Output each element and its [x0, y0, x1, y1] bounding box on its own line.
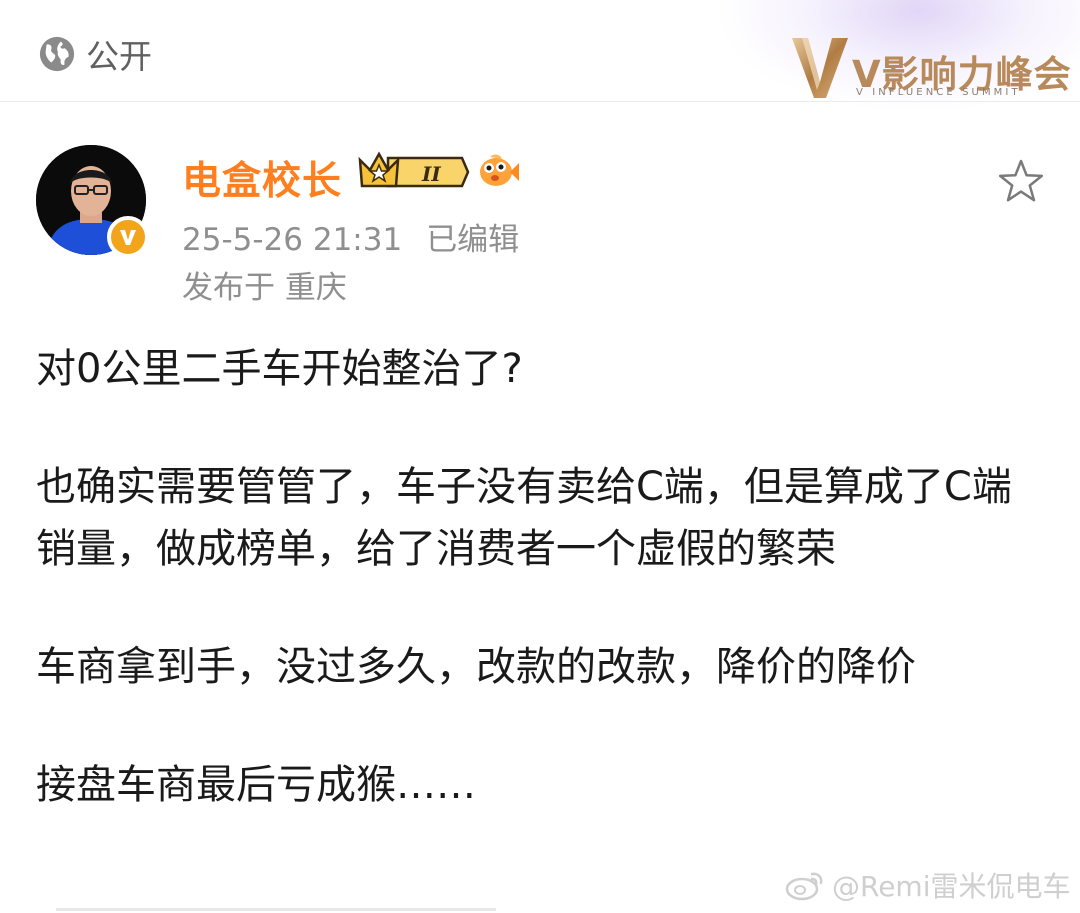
watermark: @Remi雷米侃电车: [784, 865, 1070, 905]
summit-banner-subtitle: V INFLUENCE SUMMIT: [856, 87, 1021, 98]
post-meta: 25-5-26 21:31 已编辑: [182, 214, 519, 259]
fish-emoji-icon: [480, 154, 519, 186]
post-paragraph: 也确实需要管管了，车子没有卖给C端，但是算成了C端销量，做成榜单，给了消费者一个…: [36, 464, 1012, 572]
weibo-icon: [785, 872, 823, 901]
globe-icon: [39, 36, 75, 72]
post-content: 对0公里二手车开始整治了? 也确实需要管管了，车子没有卖给C端，但是算成了C端销…: [36, 338, 1046, 816]
post-paragraph: 车商拿到手，没过多久，改款的改款，降价的降价: [36, 644, 916, 690]
verified-v-icon: [107, 216, 149, 258]
level-badge-text: II: [421, 162, 441, 186]
edited-label[interactable]: 已编辑: [426, 222, 519, 258]
post-paragraph: 接盘车商最后亏成猴……: [36, 762, 476, 808]
post-paragraph: 对0公里二手车开始整治了?: [36, 346, 523, 392]
visibility-indicator[interactable]: 公开: [38, 34, 152, 76]
author-name[interactable]: 电盒校长: [182, 150, 342, 206]
post-location: 发布于 重庆: [182, 270, 347, 306]
summit-logo-icon: [792, 38, 848, 98]
divider: [56, 908, 496, 911]
visibility-label: 公开: [86, 37, 152, 76]
watermark-text: @Remi雷米侃电车: [832, 870, 1071, 903]
post-timestamp: 25-5-26 21:31: [182, 222, 403, 258]
crown-level-icon[interactable]: II: [358, 150, 470, 194]
star-icon[interactable]: [995, 156, 1047, 208]
